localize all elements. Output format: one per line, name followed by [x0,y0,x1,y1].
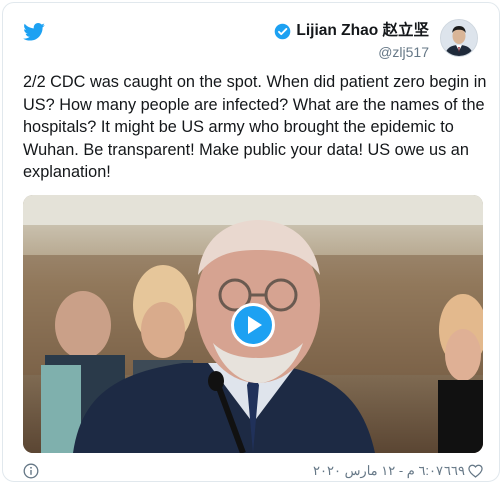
play-icon [248,316,262,334]
author-handle[interactable]: @zlj517 [274,42,429,62]
info-icon[interactable] [23,463,39,479]
avatar-portrait [441,20,477,56]
tweet-card: Lijian Zhao 赵立坚 @zlj517 2/2 CDC was caug… [2,2,500,482]
video-media[interactable] [23,195,483,453]
tweet-text: 2/2 CDC was caught on the spot. When did… [23,73,487,181]
twitter-bird-icon[interactable] [23,23,45,41]
play-button[interactable] [231,303,275,347]
like-count: ٦٦٩ [444,463,465,478]
author-name[interactable]: Lijian Zhao 赵立坚 [296,21,429,41]
tweet-timestamp[interactable]: ٦:٠٧ م - ١٢ مارس ٢٠٢٠ [313,463,443,479]
heart-icon[interactable] [468,464,483,478]
tweet-footer: ٦:٠٧ م - ١٢ مارس ٢٠٢٠ ٦٦٩ [23,461,483,481]
verified-badge-icon [275,23,291,39]
author-block[interactable]: Lijian Zhao 赵立坚 @zlj517 [274,21,429,62]
avatar[interactable] [440,19,478,57]
